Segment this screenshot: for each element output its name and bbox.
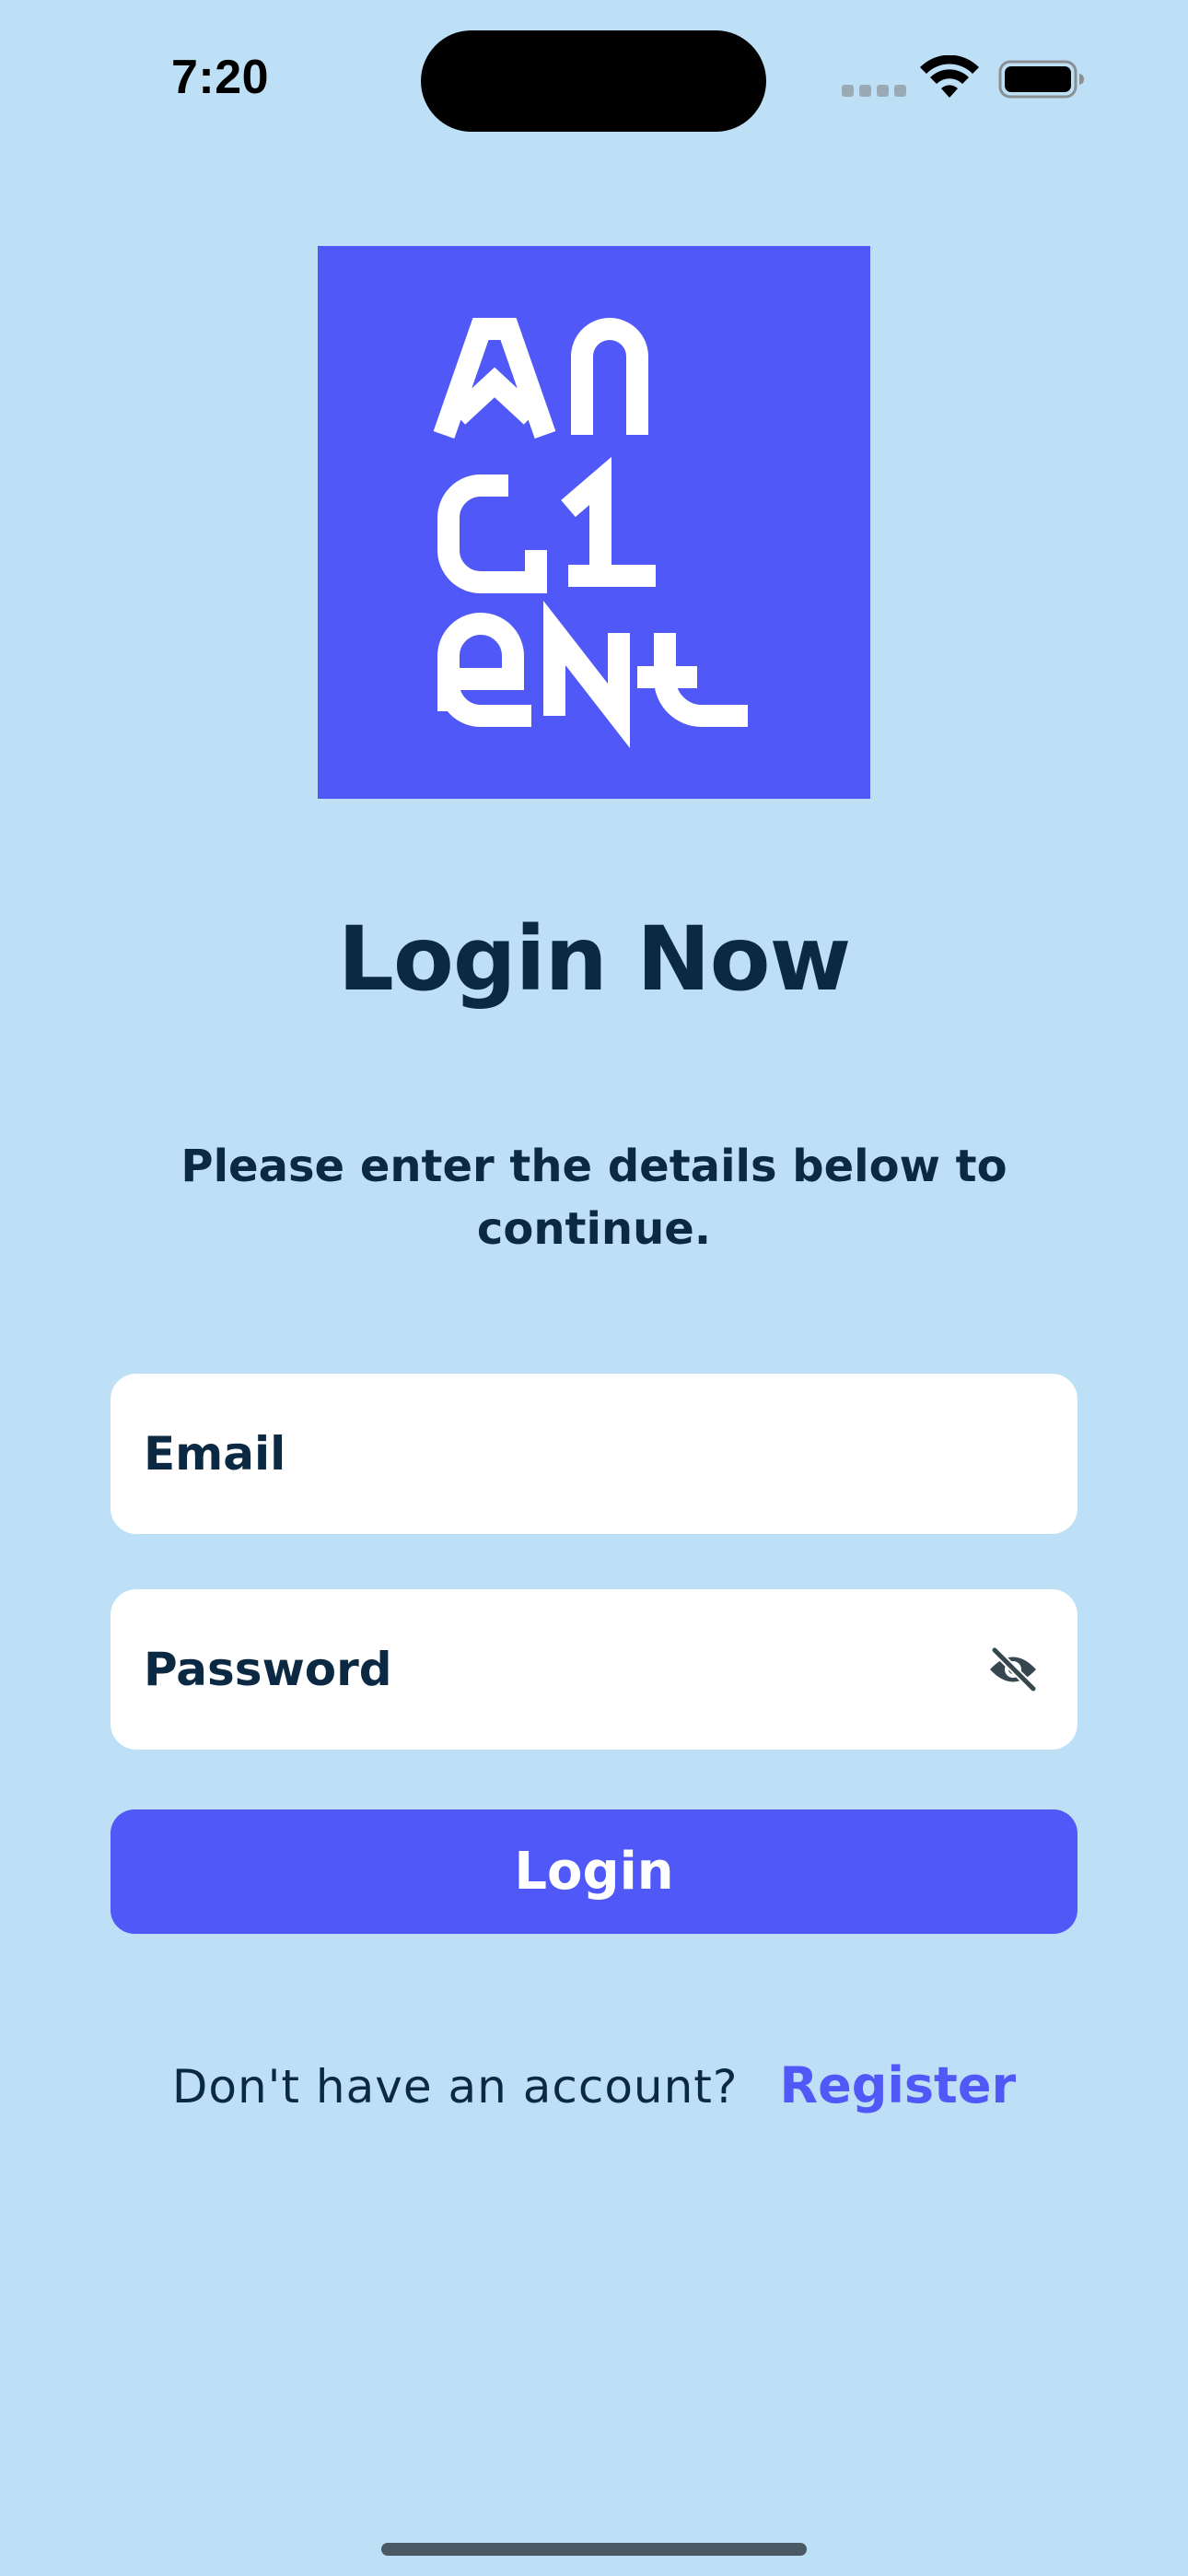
status-time: 7:20 (171, 51, 270, 104)
login-button[interactable]: Login (111, 1809, 1077, 1934)
register-prompt: Don't have an account? (171, 2060, 739, 2113)
email-input[interactable] (144, 1374, 973, 1534)
ancient-logo-mark (433, 318, 748, 748)
eye-off-icon[interactable] (987, 1646, 1039, 1692)
wifi-icon (920, 55, 979, 98)
ancient-logo (318, 246, 870, 799)
password-field[interactable] (111, 1589, 1077, 1750)
register-row: Don't have an account? Register (0, 2056, 1188, 2114)
battery-icon (998, 60, 1084, 99)
password-input[interactable] (144, 1589, 936, 1750)
register-link[interactable]: Register (780, 2056, 1017, 2114)
page-subtitle: Please enter the details below to contin… (181, 1141, 1007, 1255)
email-field[interactable] (111, 1374, 1077, 1534)
cellular-signal-icon (842, 85, 906, 98)
dynamic-island (421, 30, 766, 132)
home-indicator[interactable] (381, 2543, 807, 2556)
page-title: Login Now (337, 907, 852, 1011)
